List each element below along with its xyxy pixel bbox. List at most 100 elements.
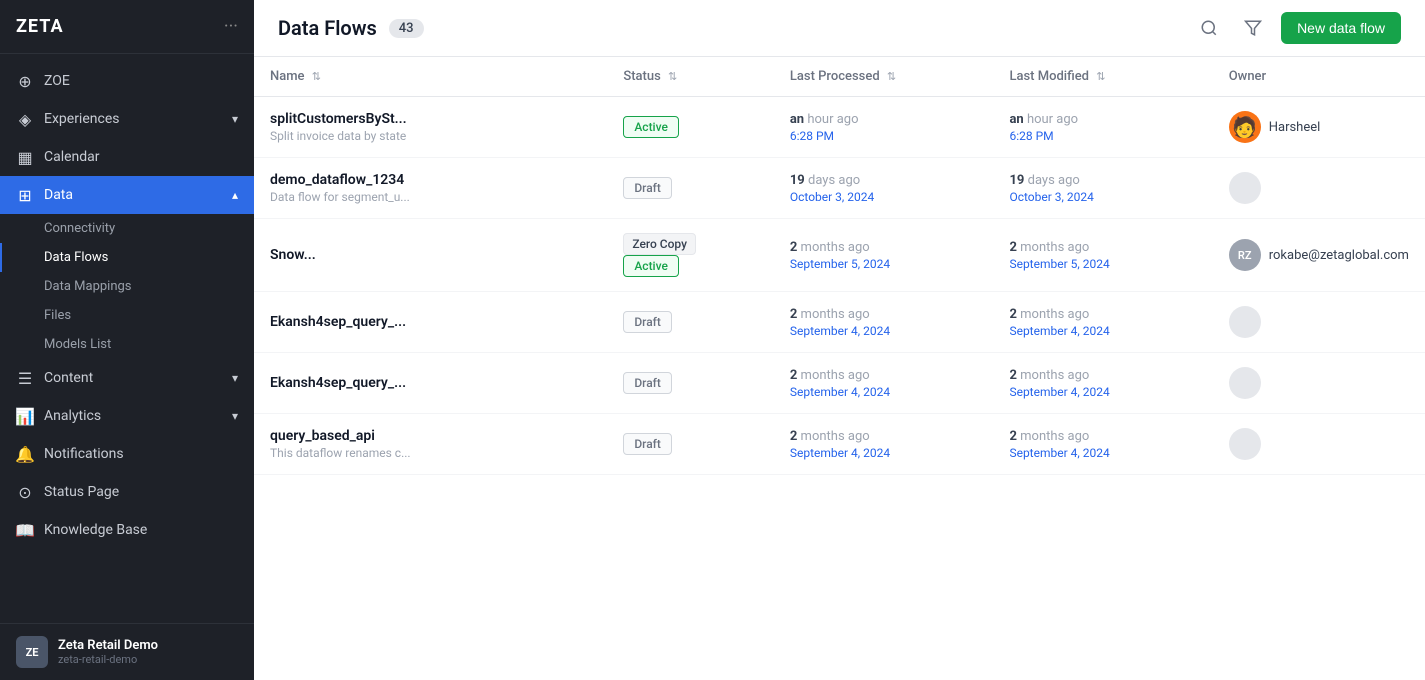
org-sub: zeta-retail-demo (58, 653, 158, 666)
flow-processed-cell: 2 months ago September 4, 2024 (774, 414, 994, 475)
data-subnav: Connectivity Data Flows Data Mappings Fi… (0, 214, 254, 359)
flow-status-cell: Draft (607, 292, 774, 353)
avatar-blank (1229, 172, 1261, 204)
sidebar: ZETA ··· ⊕ ZOE ◈ Experiences ▾ ▦ Calenda… (0, 0, 254, 680)
flow-tag: Zero Copy (623, 233, 696, 255)
chevron-down-icon: ▾ (232, 112, 238, 126)
flow-name-cell: splitCustomersBySt... Split invoice data… (254, 97, 607, 158)
sort-icon-processed: ⇅ (887, 70, 896, 83)
flow-status-cell: Draft (607, 353, 774, 414)
flow-name-cell: Ekansh4sep_query_... (254, 353, 607, 414)
sidebar-item-label: Experiences (44, 111, 119, 127)
sidebar-org[interactable]: ZE Zeta Retail Demo zeta-retail-demo (0, 623, 254, 680)
flow-modified-cell: 2 months ago September 4, 2024 (993, 292, 1212, 353)
table-row[interactable]: Ekansh4sep_query_... Draft 2 months ago … (254, 292, 1425, 353)
sidebar-item-label: Data (44, 187, 73, 203)
flow-name: query_based_api (270, 428, 591, 444)
sidebar-item-dataflows[interactable]: Data Flows (0, 243, 254, 272)
sidebar-item-content[interactable]: ☰ Content ▾ (0, 359, 254, 397)
chevron-down-icon: ▾ (232, 371, 238, 385)
sidebar-item-label: ZOE (44, 73, 70, 89)
flow-modified-cell: an hour ago 6:28 PM (993, 97, 1212, 158)
flow-owner-cell: 🧑 Harsheel (1213, 97, 1425, 158)
sidebar-item-statuspage[interactable]: ⊙ Status Page (0, 473, 254, 511)
filter-button[interactable] (1237, 12, 1269, 44)
sidebar-item-connectivity[interactable]: Connectivity (0, 214, 254, 243)
flow-status-cell: Draft (607, 414, 774, 475)
flow-name-cell: Ekansh4sep_query_... (254, 292, 607, 353)
flow-owner-cell: RZ rokabe@zetaglobal.com (1213, 219, 1425, 292)
table-row[interactable]: Ekansh4sep_query_... Draft 2 months ago … (254, 353, 1425, 414)
sidebar-item-files[interactable]: Files (0, 301, 254, 330)
data-flows-table-container: Name ⇅ Status ⇅ Last Processed ⇅ Last Mo… (254, 57, 1425, 680)
sort-icon-name: ⇅ (312, 70, 321, 83)
header-actions: New data flow (1193, 12, 1401, 44)
status-badge: Active (623, 116, 679, 138)
sidebar-menu-dots[interactable]: ··· (224, 16, 238, 37)
flow-name: Ekansh4sep_query_... (270, 314, 591, 330)
flow-count-badge: 43 (389, 19, 424, 38)
flow-status-cell: Zero CopyActive (607, 219, 774, 292)
col-header-status[interactable]: Status ⇅ (607, 57, 774, 97)
flow-owner-cell (1213, 158, 1425, 219)
statuspage-icon: ⊙ (16, 483, 34, 501)
status-badge: Draft (623, 372, 672, 394)
files-label: Files (44, 308, 71, 323)
table-row[interactable]: demo_dataflow_1234 Data flow for segment… (254, 158, 1425, 219)
flow-name-cell: demo_dataflow_1234 Data flow for segment… (254, 158, 607, 219)
main-header: Data Flows 43 New data flow (254, 0, 1425, 57)
flow-modified-time: an hour ago 6:28 PM (1009, 112, 1196, 143)
flow-modified-time: 19 days ago October 3, 2024 (1009, 173, 1196, 204)
flow-processed-cell: 19 days ago October 3, 2024 (774, 158, 994, 219)
flow-name-cell: query_based_api This dataflow renames c.… (254, 414, 607, 475)
sidebar-item-knowledgebase[interactable]: 📖 Knowledge Base (0, 511, 254, 549)
search-button[interactable] (1193, 12, 1225, 44)
flow-status-cell: Draft (607, 158, 774, 219)
sidebar-item-modelslist[interactable]: Models List (0, 330, 254, 359)
sidebar-logo: ZETA ··· (0, 0, 254, 54)
flow-modified-cell: 2 months ago September 4, 2024 (993, 414, 1212, 475)
notifications-icon: 🔔 (16, 445, 34, 463)
calendar-icon: ▦ (16, 148, 34, 166)
col-header-last-modified[interactable]: Last Modified ⇅ (993, 57, 1212, 97)
sidebar-item-data[interactable]: ⊞ Data ▴ (0, 176, 254, 214)
sidebar-item-label: Knowledge Base (44, 522, 147, 538)
avatar-blank (1229, 428, 1261, 460)
data-flows-table: Name ⇅ Status ⇅ Last Processed ⇅ Last Mo… (254, 57, 1425, 475)
flow-owner-cell (1213, 353, 1425, 414)
flow-processed-cell: 2 months ago September 4, 2024 (774, 292, 994, 353)
flow-modified-time: 2 months ago September 5, 2024 (1009, 240, 1196, 271)
col-header-owner: Owner (1213, 57, 1425, 97)
table-row[interactable]: query_based_api This dataflow renames c.… (254, 414, 1425, 475)
sidebar-item-experiences[interactable]: ◈ Experiences ▾ (0, 100, 254, 138)
avatar: 🧑 (1229, 111, 1261, 143)
page-title: Data Flows (278, 16, 377, 40)
flow-modified-time: 2 months ago September 4, 2024 (1009, 429, 1196, 460)
sidebar-item-analytics[interactable]: 📊 Analytics ▾ (0, 397, 254, 435)
table-row[interactable]: splitCustomersBySt... Split invoice data… (254, 97, 1425, 158)
flow-processed-cell: 2 months ago September 4, 2024 (774, 353, 994, 414)
status-badge: Draft (623, 311, 672, 333)
dataflows-label: Data Flows (44, 250, 108, 265)
flow-desc: This dataflow renames c... (270, 446, 591, 460)
chevron-up-icon: ▴ (232, 188, 238, 202)
sidebar-item-label: Status Page (44, 484, 119, 500)
owner-name: Harsheel (1269, 120, 1321, 135)
status-badge: Draft (623, 433, 672, 455)
sort-icon-modified: ⇅ (1096, 70, 1105, 83)
avatar: RZ (1229, 239, 1261, 271)
col-header-last-processed[interactable]: Last Processed ⇅ (774, 57, 994, 97)
owner-cell: 🧑 Harsheel (1229, 111, 1409, 143)
modelslist-label: Models List (44, 337, 111, 352)
sidebar-item-notifications[interactable]: 🔔 Notifications (0, 435, 254, 473)
sidebar-item-calendar[interactable]: ▦ Calendar (0, 138, 254, 176)
new-data-flow-button[interactable]: New data flow (1281, 12, 1401, 44)
table-row[interactable]: Snow... Zero CopyActive 2 months ago Sep… (254, 219, 1425, 292)
flow-name: Snow... (270, 247, 591, 263)
flow-owner-cell (1213, 292, 1425, 353)
sidebar-item-datamappings[interactable]: Data Mappings (0, 272, 254, 301)
sidebar-item-label: Notifications (44, 446, 124, 462)
owner-cell (1229, 172, 1409, 204)
col-header-name[interactable]: Name ⇅ (254, 57, 607, 97)
sidebar-item-zoe[interactable]: ⊕ ZOE (0, 62, 254, 100)
